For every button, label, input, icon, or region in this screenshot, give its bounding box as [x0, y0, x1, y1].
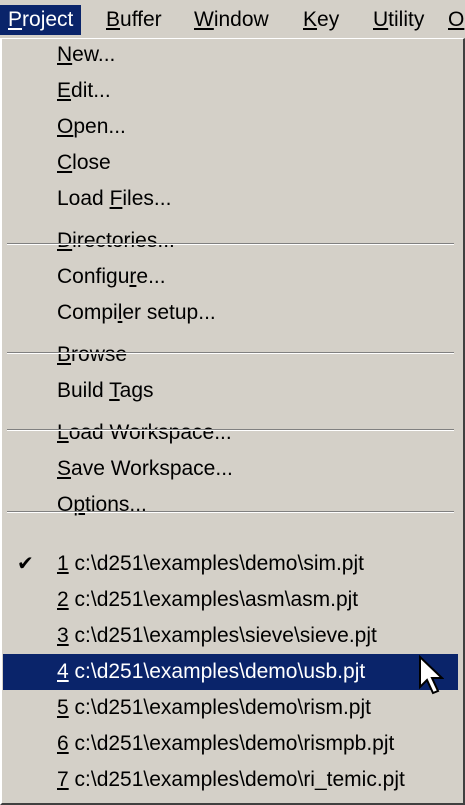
- menu-item-label: 6 c:\d251\examples\demo\rismpb.pjt: [57, 732, 395, 755]
- menu-item-label: Configure...: [57, 265, 166, 288]
- menubar-window[interactable]: Window: [186, 5, 277, 35]
- arrow-cursor-icon: [419, 655, 444, 695]
- menubar-key[interactable]: Key: [295, 5, 347, 35]
- menu-item-7-c-d251-examples-demo-ri-temic-pjt[interactable]: 7 c:\d251\examples\demo\ri_temic.pjt: [3, 762, 458, 798]
- menubar-buffer[interactable]: Buffer: [98, 5, 170, 35]
- menubar-label: Window: [194, 8, 269, 31]
- menubar-opti[interactable]: Opti: [440, 5, 465, 35]
- menubar-label: Opti: [448, 8, 465, 31]
- menu-item-edit[interactable]: Edit...: [3, 73, 458, 109]
- menu-item-1-c-d251-examples-demo-sim-pjt[interactable]: ✔ 1 c:\d251\examples\demo\sim.pjt: [3, 546, 458, 582]
- menu-item-label: 3 c:\d251\examples\sieve\sieve.pjt: [57, 624, 377, 647]
- menu-item-label: 1 c:\d251\examples\demo\sim.pjt: [57, 552, 364, 575]
- menu-item-label: 7 c:\d251\examples\demo\ri_temic.pjt: [57, 768, 405, 791]
- menubar-project[interactable]: Project: [0, 5, 82, 35]
- menu-item-label: Save Workspace...: [57, 457, 233, 480]
- check-mark-icon: ✔: [17, 553, 34, 575]
- menu-bar: Project Buffer Window Key Utility Opti: [0, 0, 465, 38]
- menubar-label: Utility: [373, 8, 425, 31]
- menu-item-label: Edit...: [57, 79, 111, 102]
- menu-item-2-c-d251-examples-asm-asm-pjt[interactable]: 2 c:\d251\examples\asm\asm.pjt: [3, 582, 458, 618]
- menu-item-close[interactable]: Close: [3, 145, 458, 181]
- menubar-label: Key: [303, 8, 340, 31]
- menu-separator: [7, 243, 454, 245]
- menu-item-label: Load Workspace...: [57, 421, 232, 444]
- menu-item-4-c-d251-examples-demo-usb-pjt[interactable]: 4 c:\d251\examples\demo\usb.pjt: [3, 654, 458, 690]
- menu-item-configure[interactable]: Configure...: [3, 259, 458, 295]
- menu-separator: [7, 511, 454, 513]
- menu-separator: [7, 352, 454, 354]
- menu-item-5-c-d251-examples-demo-rism-pjt[interactable]: 5 c:\d251\examples\demo\rism.pjt: [3, 690, 458, 726]
- menubar-label: Buffer: [106, 8, 162, 31]
- menubar-utility[interactable]: Utility: [365, 5, 432, 35]
- menu-item-label: Close: [57, 151, 111, 174]
- menu-item-label: Directories...: [57, 229, 175, 252]
- menu-item-6-c-d251-examples-demo-rismpb-pjt[interactable]: 6 c:\d251\examples\demo\rismpb.pjt: [3, 726, 458, 762]
- menu-item-3-c-d251-examples-sieve-sieve-pjt[interactable]: 3 c:\d251\examples\sieve\sieve.pjt: [3, 618, 458, 654]
- menu-item-label: Open...: [57, 115, 126, 138]
- menu-item-options[interactable]: Options...: [3, 487, 458, 523]
- menu-item-label: 2 c:\d251\examples\asm\asm.pjt: [57, 588, 359, 611]
- menubar-label: Project: [8, 8, 74, 31]
- menu-item-label: 4 c:\d251\examples\demo\usb.pjt: [57, 660, 366, 683]
- menu-item-browse[interactable]: Browse: [3, 337, 458, 373]
- menu-item-label: 5 c:\d251\examples\demo\rism.pjt: [57, 696, 371, 719]
- menu-item-compiler-setup[interactable]: Compiler setup...: [3, 295, 458, 331]
- menu-item-load-workspace[interactable]: Load Workspace...: [3, 415, 458, 451]
- menu-item-label: Compiler setup...: [57, 301, 216, 324]
- menu-item-label: Build Tags: [57, 379, 154, 402]
- menu-item-directories[interactable]: Directories...: [3, 223, 458, 259]
- menu-item-save-workspace[interactable]: Save Workspace...: [3, 451, 458, 487]
- menu-item-load-files[interactable]: Load Files...: [3, 181, 458, 217]
- menu-item-label: Browse: [57, 343, 128, 366]
- menu-item-label: Load Files...: [57, 187, 172, 210]
- menu-separator: [7, 429, 454, 431]
- menu-item-open[interactable]: Open...: [3, 109, 458, 145]
- menu-item-build-tags[interactable]: Build Tags: [3, 373, 458, 409]
- menu-item-new[interactable]: New...: [3, 37, 458, 73]
- menu-item-label: New...: [57, 43, 116, 66]
